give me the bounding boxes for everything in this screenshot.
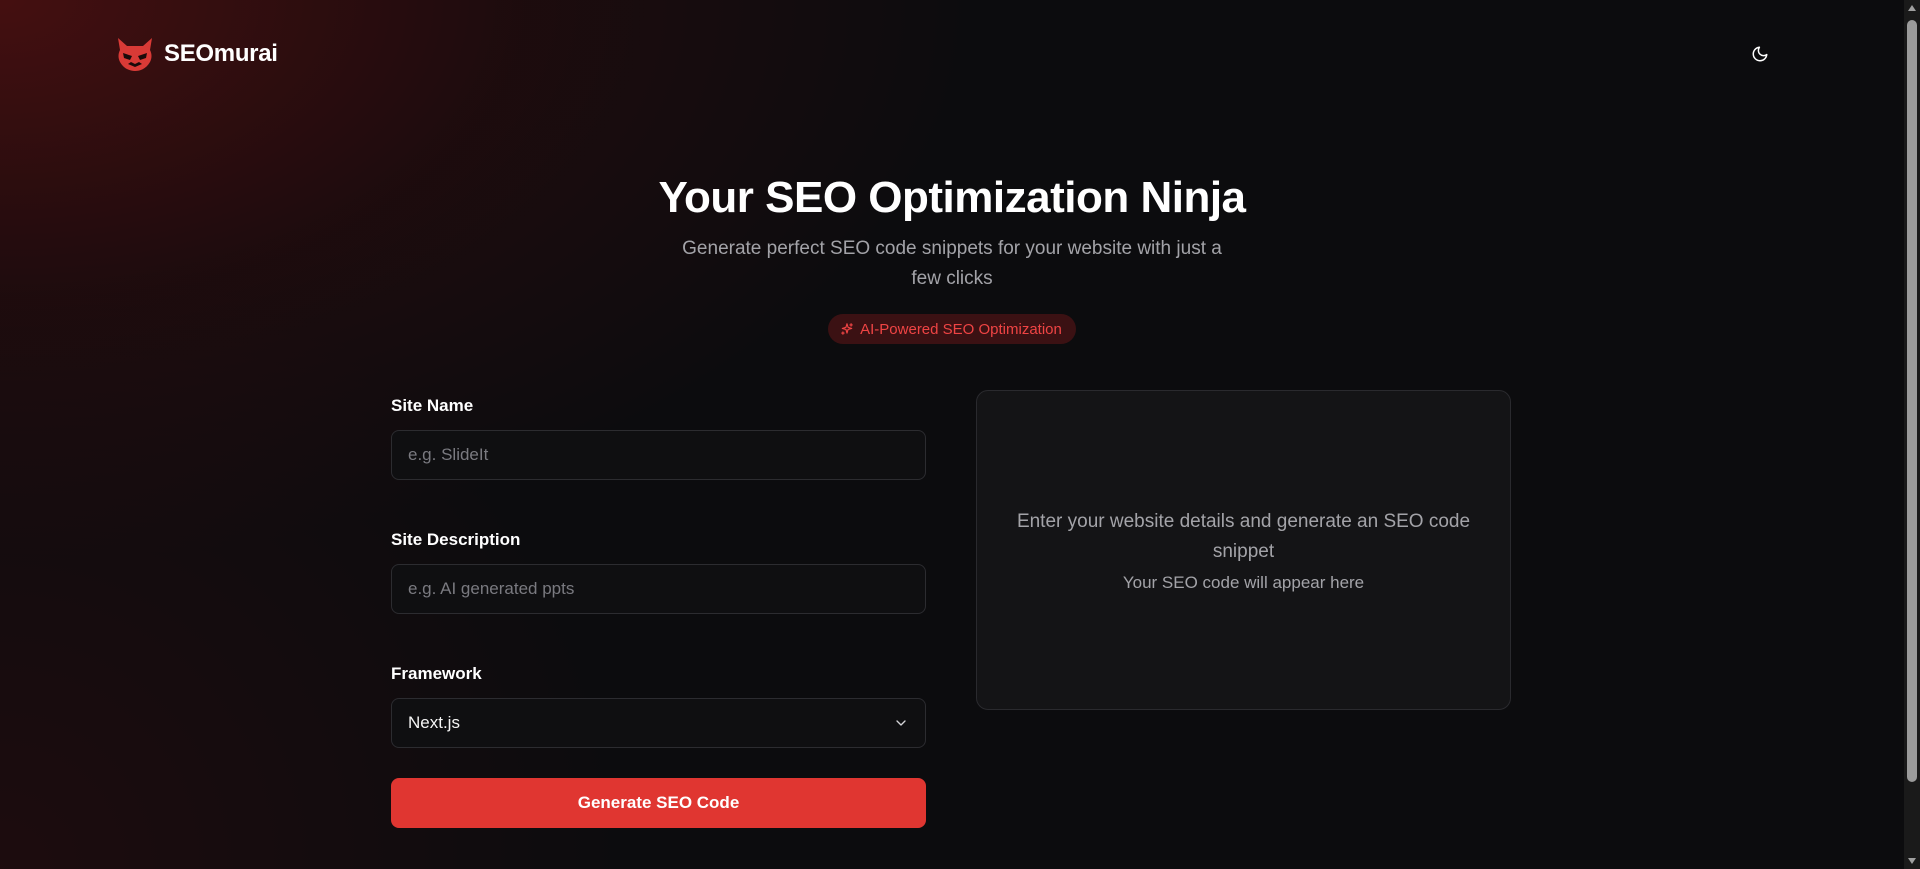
brand-name: SEOmurai [164,40,278,67]
site-name-input[interactable] [391,430,926,480]
framework-field: Framework Next.js [391,664,926,748]
site-name-field: Site Name [391,396,926,480]
brand-home-link[interactable]: SEOmurai [116,36,278,72]
hero-section: Your SEO Optimization Ninja Generate per… [0,168,1904,344]
seo-form: Site Name Site Description Framework Nex… [391,396,926,828]
site-header: SEOmurai [0,0,1904,110]
scroll-down-arrow-icon[interactable] [1904,853,1920,869]
ninja-mask-icon [116,36,154,72]
framework-label: Framework [391,664,482,683]
sparkles-icon [840,322,854,336]
site-description-input[interactable] [391,564,926,614]
badge-label: AI-Powered SEO Optimization [860,320,1062,338]
framework-selected-value: Next.js [408,713,460,732]
theme-toggle-button[interactable] [1744,40,1776,72]
seo-output-panel: Enter your website details and generate … [976,390,1511,710]
site-description-field: Site Description [391,530,926,614]
chevron-down-icon [893,715,909,731]
scrollbar-thumb[interactable] [1907,20,1917,782]
moon-icon [1751,45,1769,68]
page-title: Your SEO Optimization Ninja [658,173,1246,222]
scroll-up-arrow-icon[interactable] [1904,0,1920,16]
output-empty-title: Enter your website details and generate … [1016,511,1471,562]
framework-select[interactable]: Next.js [391,698,926,748]
ai-powered-badge: AI-Powered SEO Optimization [828,314,1076,344]
output-empty-hint: Your SEO code will appear here [1122,573,1365,592]
site-description-label: Site Description [391,530,521,549]
generate-seo-code-button[interactable]: Generate SEO Code [391,778,926,828]
vertical-scrollbar[interactable] [1904,0,1920,869]
page-subtitle: Generate perfect SEO code snippets for y… [682,238,1222,289]
site-name-label: Site Name [391,396,474,415]
